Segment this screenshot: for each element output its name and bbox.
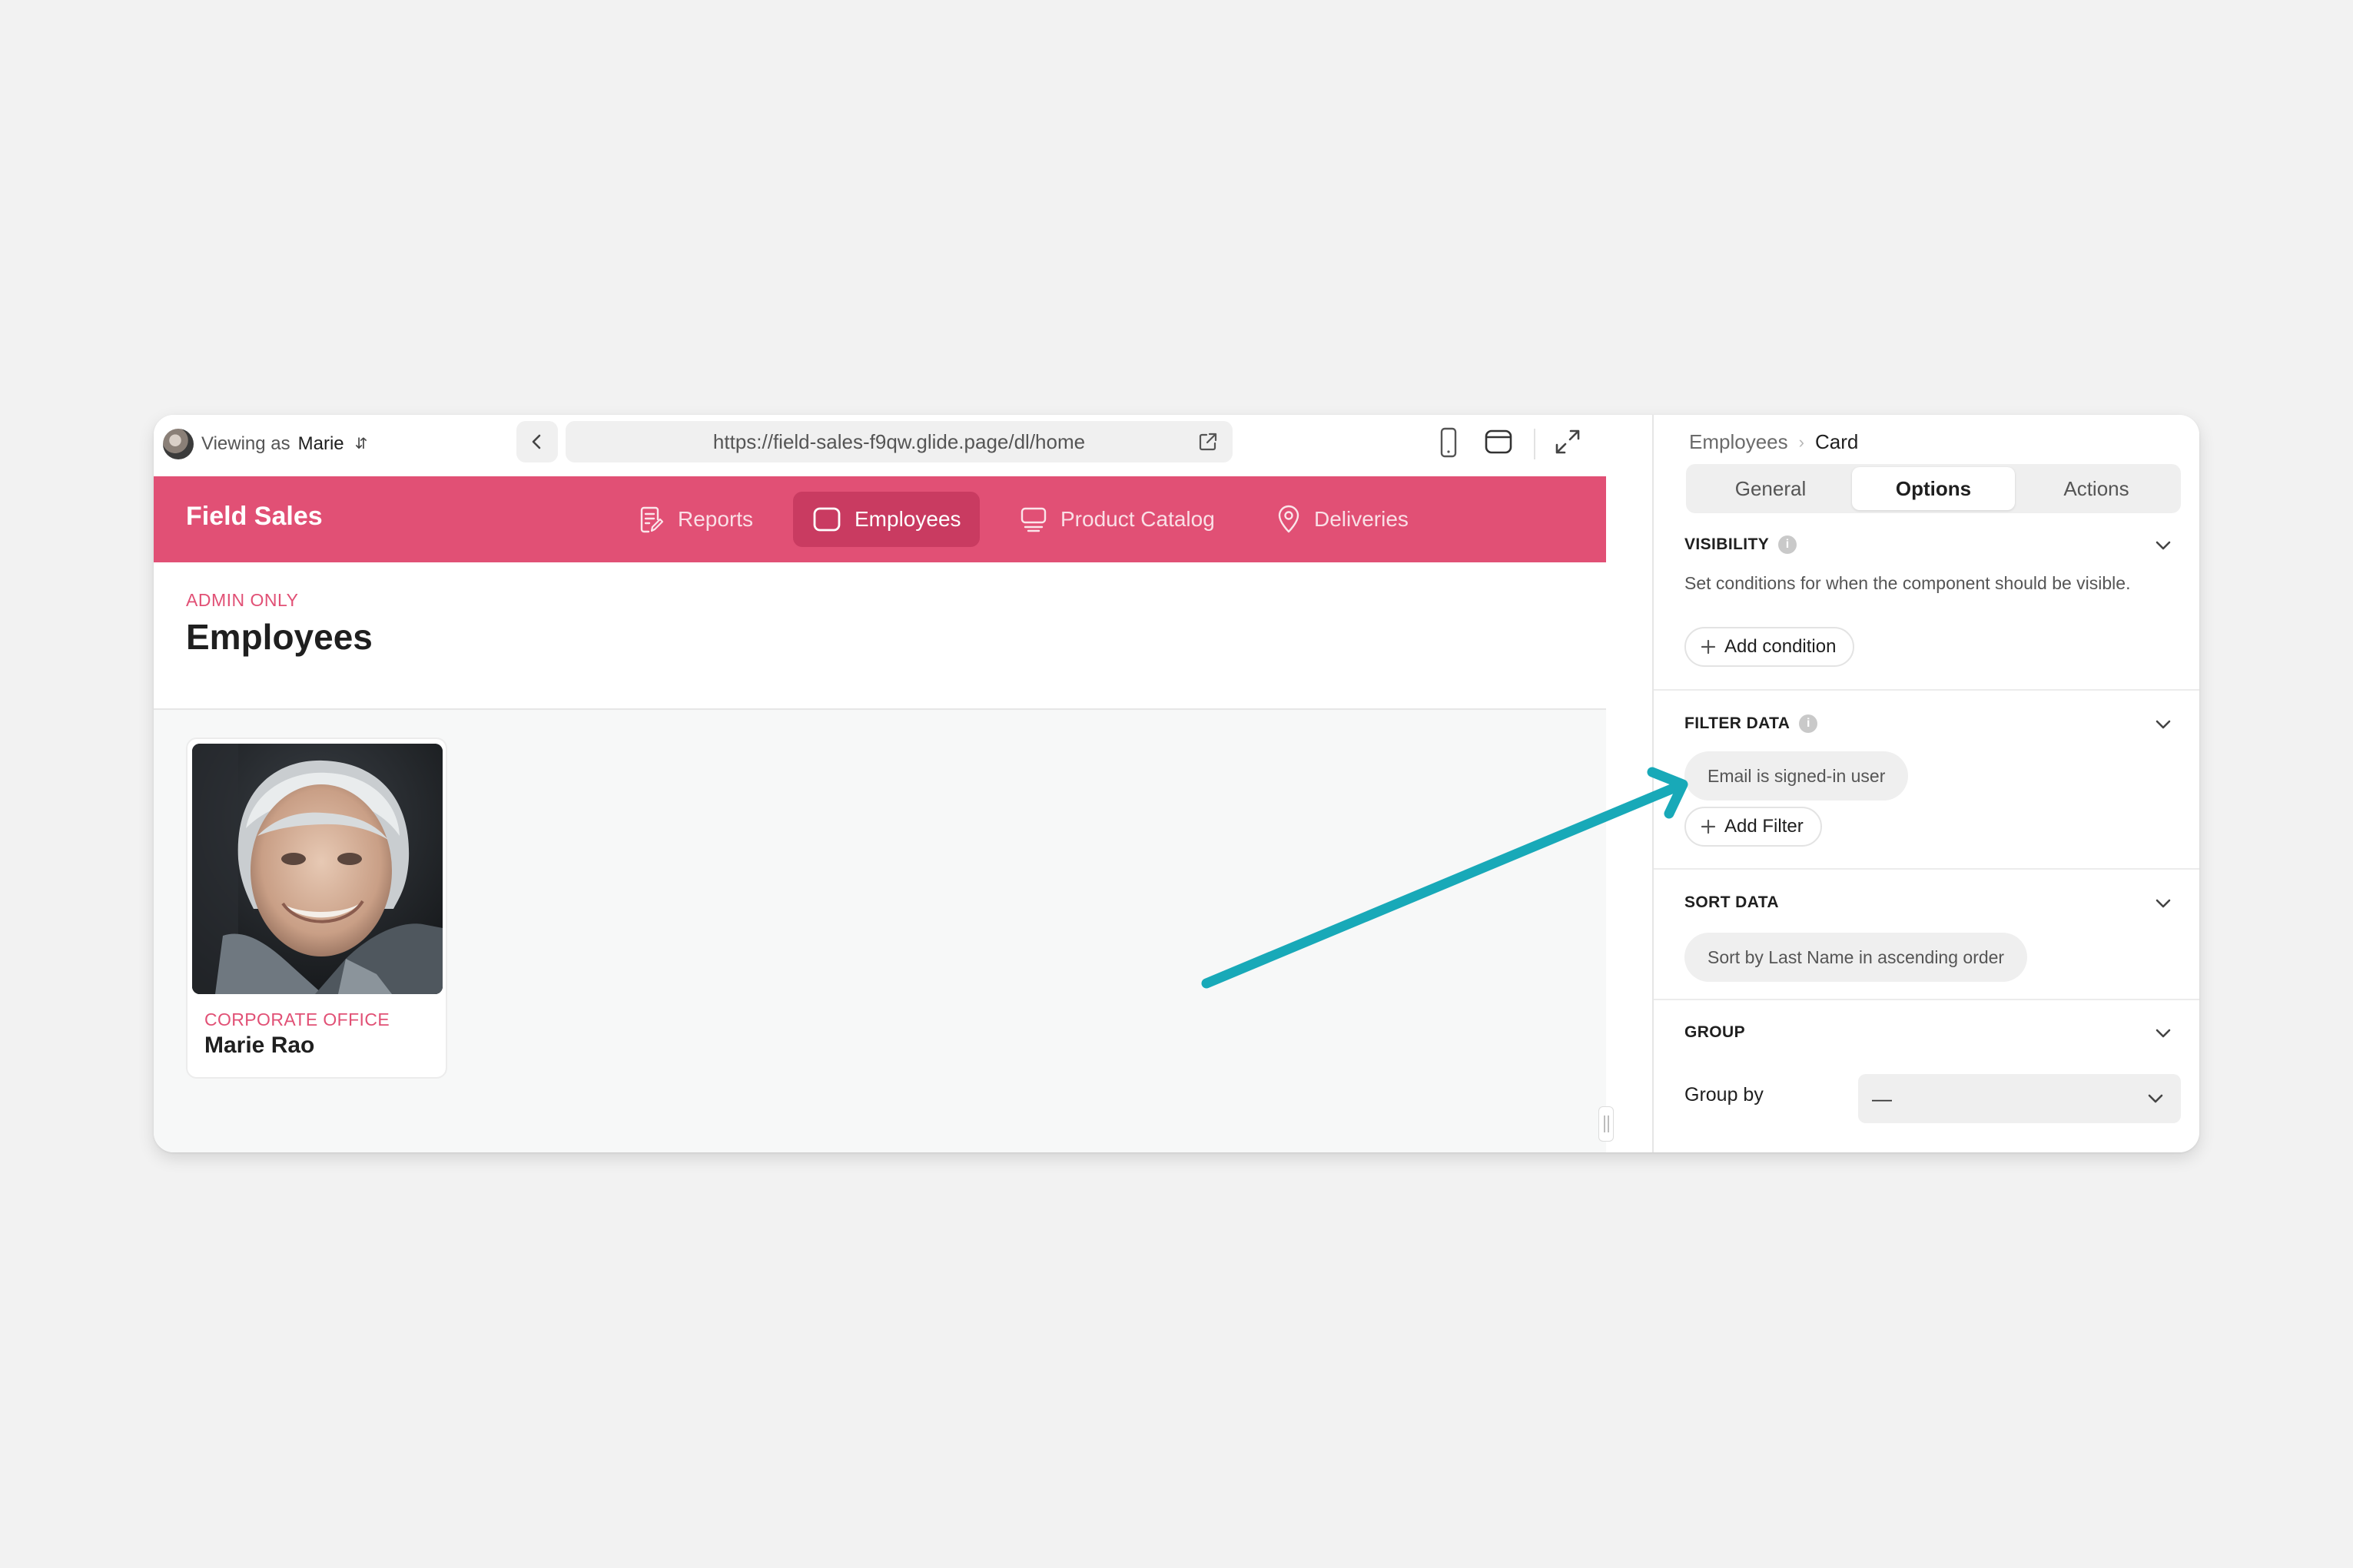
inspector-tabs: General Options Actions [1686,464,2181,513]
plus-icon [1701,819,1716,834]
add-filter-label: Add Filter [1724,816,1804,837]
chevron-down-icon[interactable] [2153,894,2173,913]
url-text: https://field-sales-f9qw.glide.page/dl/h… [712,429,1086,453]
visibility-heading-label: VISIBILITY [1684,535,1770,553]
group-heading-label: GROUP [1684,1023,1746,1041]
page-header: ADMIN ONLY Employees [154,562,1606,710]
app-nav-bar: Field Sales Reports Employees Product Ca… [154,476,1606,562]
tab-options[interactable]: Options [1852,467,2015,510]
inspector-panel: Employees › Card General Options Actions… [1652,415,2199,1152]
chevron-down-icon[interactable] [2153,536,2173,555]
card-subtitle: CORPORATE OFFICE [204,1009,390,1029]
section-divider [1654,868,2199,870]
back-button[interactable] [516,421,558,462]
breadcrumb: Employees › Card [1689,430,1858,454]
up-down-chevron-icon: ⇵ [354,436,368,452]
add-filter-button[interactable]: Add Filter [1684,807,1822,847]
chevron-down-icon[interactable] [2153,1024,2173,1043]
reports-icon [640,506,664,533]
nav-item-reports[interactable]: Reports [619,492,772,547]
group-by-label: Group by [1684,1084,1764,1106]
group-by-value: — [1872,1086,1892,1110]
employee-card[interactable]: CORPORATE OFFICE Marie Rao [186,738,447,1079]
chevron-right-icon: › [1798,432,1804,452]
breadcrumb-parent[interactable]: Employees [1689,430,1788,454]
app-builder-window: Viewing as Marie ⇵ https://field-sales-f… [154,415,2199,1152]
app-title: Field Sales [186,502,323,531]
tab-general[interactable]: General [1689,467,1852,510]
visibility-description: Set conditions for when the component sh… [1684,573,2131,593]
phone-view-icon[interactable] [1437,426,1460,460]
add-condition-label: Add condition [1724,636,1837,657]
card-collection: CORPORATE OFFICE Marie Rao [154,710,1606,1152]
group-heading[interactable]: GROUP [1684,1021,1745,1044]
nav-label-product-catalog: Product Catalog [1060,507,1215,531]
page-title: Employees [186,617,373,657]
plus-icon [1701,639,1716,655]
section-divider [1654,689,2199,691]
tab-actions[interactable]: Actions [2015,467,2178,510]
sort-chip[interactable]: Sort by Last Name in ascending order [1684,933,2028,982]
avatar [163,429,194,459]
card-title: Marie Rao [204,1033,315,1058]
resize-handle[interactable] [1598,1106,1614,1142]
app-preview: Viewing as Marie ⇵ https://field-sales-f… [154,415,1614,1152]
nav-label-employees: Employees [855,507,961,531]
filter-data-heading[interactable]: FILTER DATA i [1684,712,1818,735]
tablet-view-icon[interactable] [1483,426,1514,457]
info-icon[interactable]: i [1799,714,1818,733]
chevron-left-icon [532,434,541,449]
info-icon[interactable]: i [1778,535,1797,554]
group-by-select[interactable]: — [1858,1074,2181,1123]
tablet-icon [813,507,841,532]
catalog-icon [1021,507,1047,532]
sort-data-heading[interactable]: SORT DATA [1684,891,1779,914]
viewing-as-switcher[interactable]: Viewing as Marie ⇵ [163,427,367,461]
nav-item-product-catalog[interactable]: Product Catalog [1001,492,1233,547]
viewing-as-user: Marie [297,433,344,454]
page-eyebrow: ADMIN ONLY [186,590,299,610]
visibility-heading[interactable]: VISIBILITY i [1684,533,1797,556]
external-link-icon[interactable] [1197,431,1219,452]
nav-label-reports: Reports [678,507,754,531]
nav-item-employees[interactable]: Employees [793,492,980,547]
filter-chip[interactable]: Email is signed-in user [1684,751,1909,801]
expand-icon[interactable] [1552,426,1583,457]
preview-toolbar: Viewing as Marie ⇵ https://field-sales-f… [154,415,1606,476]
map-pin-icon [1278,505,1299,533]
chevron-down-icon[interactable] [2153,715,2173,734]
nav-label-deliveries: Deliveries [1314,507,1409,531]
sort-data-heading-label: SORT DATA [1684,893,1779,911]
toolbar-divider [1534,429,1535,459]
nav-item-deliveries[interactable]: Deliveries [1257,492,1427,547]
add-condition-button[interactable]: Add condition [1684,627,1855,667]
section-divider [1654,999,2199,1000]
viewing-as-label: Viewing as [201,433,290,454]
url-bar[interactable]: https://field-sales-f9qw.glide.page/dl/h… [566,421,1233,462]
employee-photo [192,744,443,994]
breadcrumb-current: Card [1814,430,1859,453]
chevron-down-icon [2148,1094,2163,1103]
filter-data-heading-label: FILTER DATA [1684,714,1790,732]
